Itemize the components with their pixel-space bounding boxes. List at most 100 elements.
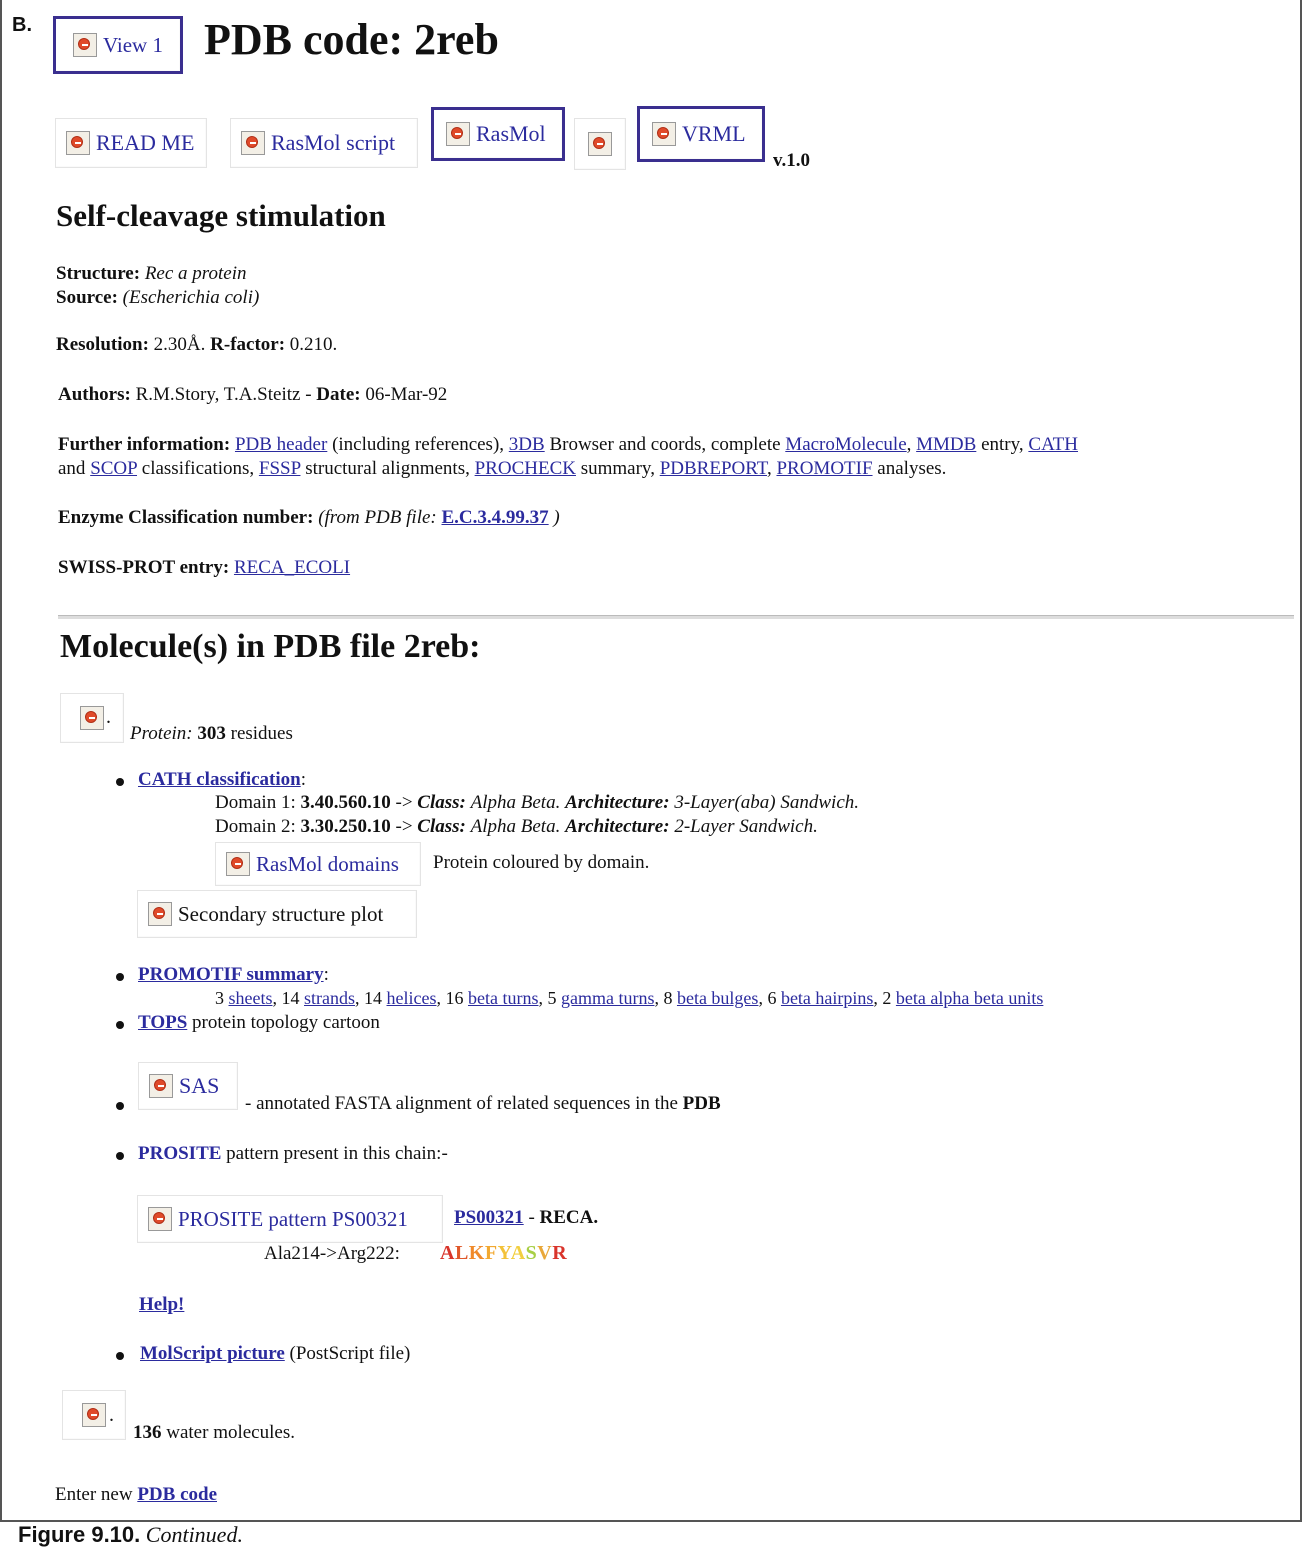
enzyme-label: Enzyme Classification number:: [58, 507, 314, 528]
resolution-label: Resolution:: [56, 334, 149, 355]
secondary-structure-plot-button[interactable]: Secondary structure plot: [137, 890, 417, 938]
vrml-label: VRML: [682, 121, 746, 146]
authors-value: R.M.Story, T.A.Steitz: [135, 384, 301, 405]
text-fragment: and: [58, 458, 91, 479]
count: 8: [663, 988, 673, 1008]
procheck-link[interactable]: PROCHECK: [475, 458, 576, 479]
molecules-title: Molecule(s) in PDB file 2reb:: [60, 628, 481, 665]
domain-prefix: Domain 2:: [215, 816, 296, 837]
date-separator: -: [305, 384, 312, 405]
bullet: [116, 1152, 124, 1160]
prosite-pattern-label: PROSITE pattern PS00321: [178, 1206, 408, 1231]
beta-hairpins-link[interactable]: beta hairpins: [781, 988, 873, 1008]
count: 14: [281, 988, 300, 1008]
section-title: Self-cleavage stimulation: [56, 198, 386, 233]
3db-link[interactable]: 3DB: [509, 434, 545, 455]
swissprot-label: SWISS-PROT entry:: [58, 557, 230, 578]
water-text: water molecules.: [166, 1422, 295, 1443]
domain-arrow: ->: [395, 792, 413, 813]
molecule-image-button[interactable]: [60, 693, 124, 743]
ps00321-link[interactable]: PS00321: [454, 1207, 524, 1228]
pdb-header-link[interactable]: PDB header: [235, 434, 327, 455]
molscript-line: MolScript picture (PostScript file): [140, 1343, 410, 1365]
prosite-line: PROSITE pattern present in this chain:-: [138, 1143, 448, 1165]
sequence-residue: F: [484, 1242, 498, 1264]
domain-code: 3.40.560.10: [300, 792, 391, 813]
text-fragment: structural alignments,: [300, 458, 475, 479]
promotif-summary-link[interactable]: PROMOTIF summary: [138, 964, 324, 985]
macromolecule-link[interactable]: MacroMolecule: [785, 434, 906, 455]
prosite-sep: -: [528, 1207, 535, 1228]
authors-label: Authors:: [58, 384, 131, 405]
pdbreport-link[interactable]: PDBREPORT: [660, 458, 767, 479]
readme-button[interactable]: READ ME: [55, 118, 207, 168]
readme-label: READ ME: [96, 130, 195, 155]
cath-link[interactable]: CATH: [1028, 434, 1078, 455]
bullet: [116, 778, 124, 786]
sequence-residue: A: [510, 1242, 526, 1264]
sheets-link[interactable]: sheets: [229, 988, 273, 1008]
image-button[interactable]: [574, 118, 626, 170]
enzyme-suffix: ): [553, 507, 560, 528]
rfactor-label: R-factor:: [210, 334, 286, 355]
rasmol-button[interactable]: RasMol: [431, 107, 565, 161]
cath-classification-link[interactable]: CATH classification: [138, 769, 301, 790]
caption-text: Continued.: [145, 1522, 243, 1547]
secondary-structure-plot-label: Secondary structure plot: [178, 901, 384, 926]
prosite-name: RECA.: [539, 1207, 599, 1228]
helices-link[interactable]: helices: [387, 988, 437, 1008]
beta-bulges-link[interactable]: beta bulges: [677, 988, 758, 1008]
strands-link[interactable]: strands: [304, 988, 355, 1008]
fssp-link[interactable]: FSSP: [259, 458, 301, 479]
pdb-code-link[interactable]: PDB code: [137, 1484, 217, 1505]
beta-alpha-beta-units-link[interactable]: beta alpha beta units: [896, 988, 1043, 1008]
resolution-value: 2.30Å.: [153, 334, 206, 355]
class-label: Class:: [417, 792, 466, 813]
enzyme-link[interactable]: E.C.3.4.99.37: [441, 507, 548, 528]
count: 2: [882, 988, 892, 1008]
class-value: Alpha Beta.: [470, 816, 561, 837]
sas-button[interactable]: SAS: [138, 1062, 238, 1110]
domain-prefix: Domain 1:: [215, 792, 296, 813]
beta-turns-link[interactable]: beta turns: [468, 988, 538, 1008]
class-label: Class:: [417, 816, 466, 837]
panel-letter: B.: [12, 14, 32, 36]
protein-unit: residues: [230, 723, 293, 744]
vrml-button[interactable]: VRML: [637, 106, 765, 162]
image-placeholder-icon: [148, 1207, 172, 1231]
view-1-button[interactable]: View 1: [53, 16, 183, 74]
sequence-residue: R: [552, 1242, 568, 1264]
tops-line: TOPS protein topology cartoon: [138, 1012, 380, 1034]
prosite-sequence: ALKFYASVR: [440, 1242, 567, 1265]
footer-line: Enter new PDB code: [55, 1484, 217, 1506]
protein-count: 303: [197, 723, 226, 744]
count: 14: [364, 988, 382, 1008]
promotif-link[interactable]: PROMOTIF: [776, 458, 872, 479]
date-value: 06-Mar-92: [365, 384, 448, 405]
water-image-button[interactable]: [62, 1390, 126, 1440]
help-line: Help!: [139, 1294, 184, 1316]
rasmol-domains-button[interactable]: RasMol domains: [215, 842, 421, 886]
rasmol-script-label: RasMol script: [271, 130, 396, 155]
mmdb-link[interactable]: MMDB: [916, 434, 976, 455]
image-placeholder-icon: [652, 122, 676, 146]
architecture-value: 3-Layer(aba) Sandwich.: [674, 792, 860, 813]
sequence-residue: S: [525, 1242, 538, 1264]
image-placeholder-icon: [241, 131, 265, 155]
gamma-turns-link[interactable]: gamma turns: [561, 988, 654, 1008]
scop-link[interactable]: SCOP: [90, 458, 137, 479]
tops-link[interactable]: TOPS: [138, 1012, 187, 1033]
structure-label: Structure:: [56, 263, 141, 284]
text-fragment: entry,: [976, 434, 1029, 455]
version-label: v.1.0: [773, 150, 810, 171]
rasmol-script-button[interactable]: RasMol script: [230, 118, 418, 168]
help-link[interactable]: Help!: [139, 1294, 184, 1315]
swissprot-link[interactable]: RECA_ECOLI: [234, 557, 350, 578]
source-value: (Escherichia coli): [122, 287, 260, 308]
molscript-link[interactable]: MolScript picture: [140, 1343, 285, 1364]
colon: :: [300, 769, 307, 790]
prosite-link[interactable]: PROSITE: [138, 1143, 221, 1164]
prosite-code-line: PS00321 - RECA.: [454, 1207, 598, 1229]
prosite-pattern-button[interactable]: PROSITE pattern PS00321: [137, 1195, 443, 1243]
cath-domain-1: Domain 1: 3.40.560.10 -> Class: Alpha Be…: [215, 791, 859, 815]
